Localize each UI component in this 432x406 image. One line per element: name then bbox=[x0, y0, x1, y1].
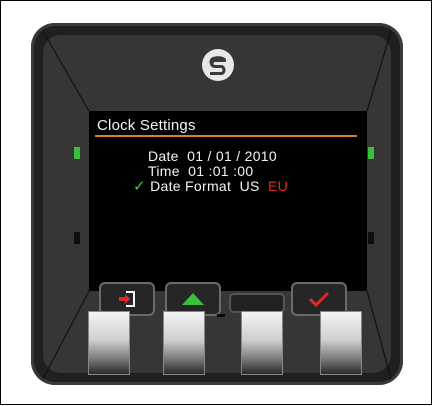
date-format-setting[interactable]: ✓ Date Format US EU bbox=[133, 179, 288, 194]
date-format-label: Date Format bbox=[150, 178, 232, 194]
up-arrow-icon bbox=[182, 293, 204, 305]
function-key-3[interactable] bbox=[241, 311, 283, 375]
lcd-screen: Clock Settings Date 01 / 01 / 2010 Time … bbox=[89, 111, 367, 291]
figure-frame: Clock Settings Date 01 / 01 / 2010 Time … bbox=[0, 0, 432, 405]
time-setting[interactable]: Time 01 :01 :00 bbox=[148, 164, 253, 178]
right-status-led bbox=[368, 147, 374, 159]
blank-key[interactable] bbox=[229, 293, 285, 313]
function-key-4[interactable] bbox=[320, 311, 362, 375]
key-indicator bbox=[217, 314, 225, 317]
title-underline bbox=[95, 135, 357, 137]
function-key-2[interactable] bbox=[163, 311, 205, 375]
format-option-eu[interactable]: EU bbox=[268, 178, 288, 194]
format-option-us[interactable]: US bbox=[240, 178, 260, 194]
brand-logo bbox=[202, 49, 234, 81]
selected-check-icon: ✓ bbox=[133, 178, 146, 195]
left-notch bbox=[74, 232, 80, 244]
check-icon bbox=[308, 291, 330, 308]
left-status-led bbox=[74, 147, 80, 159]
function-key-1[interactable] bbox=[88, 311, 130, 375]
screen-title: Clock Settings bbox=[97, 117, 196, 134]
right-notch bbox=[368, 232, 374, 244]
date-setting[interactable]: Date 01 / 01 / 2010 bbox=[148, 149, 277, 163]
exit-icon bbox=[119, 291, 135, 307]
